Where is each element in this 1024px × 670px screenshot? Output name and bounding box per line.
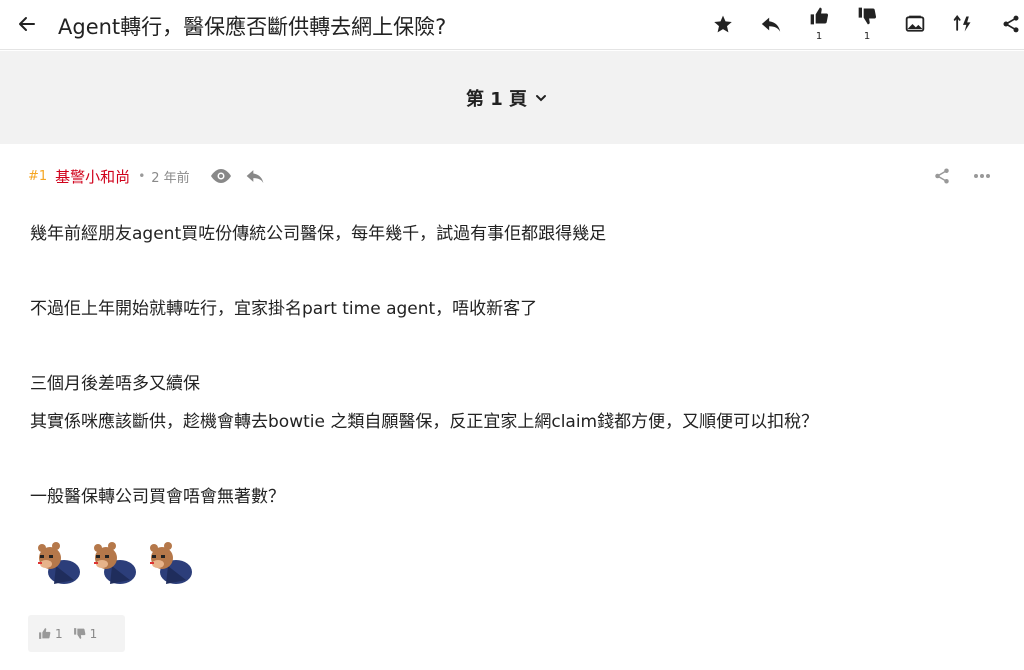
page-select[interactable]: 第 1 頁 — [466, 85, 547, 111]
post-line: 其實係咪應該斷供，趁機會轉去bowtie 之類自願醫保，反正宜家上網claim錢… — [30, 411, 819, 432]
post-more-button[interactable] — [970, 164, 994, 188]
bowing-monkey-icon — [38, 542, 80, 584]
reply-icon — [246, 170, 264, 184]
post-line: 一般醫保轉公司買會唔會無著數？ — [30, 486, 285, 507]
page-bar: 第 1 頁 — [0, 51, 1024, 144]
quote-reply-button[interactable] — [242, 164, 268, 188]
share-button[interactable] — [997, 10, 1024, 38]
reply-icon — [761, 17, 781, 32]
page-label: 第 1 頁 — [466, 89, 528, 110]
star-icon — [714, 15, 732, 33]
thumbs-down-icon — [858, 7, 877, 25]
post-tools — [930, 164, 994, 188]
share-icon — [935, 168, 949, 184]
back-button[interactable] — [14, 11, 40, 37]
top-bar: Agent轉行，醫保應否斷供轉去網上保險? 1 1 — [0, 0, 1024, 50]
post-like-count: 1 — [55, 626, 63, 641]
post-line: 不過佢上年開始就轉咗行，宜家掛名part time agent，唔收新客了 — [30, 299, 538, 319]
post-line: 三個月後差唔多又續保 — [30, 374, 200, 394]
post-header: #1 基警小和尚 • 2 年前 — [28, 164, 268, 188]
post-share-button[interactable] — [930, 164, 954, 188]
post-line — [30, 329, 990, 367]
post-line: 幾年前經朋友agent買咗份傳統公司醫保，每年幾千，試過有事佢都跟得幾足 — [30, 224, 607, 244]
bookmark-button[interactable] — [709, 10, 737, 38]
separator-dot: • — [138, 169, 146, 183]
post-line — [30, 254, 990, 292]
post-like-button[interactable]: 1 — [38, 627, 63, 641]
view-author-only-button[interactable] — [208, 164, 234, 188]
thread-title: Agent轉行，醫保應否斷供轉去網上保險? — [58, 15, 447, 39]
like-button[interactable] — [805, 2, 833, 30]
arrow-left-icon — [19, 17, 35, 31]
dislike-count: 1 — [863, 31, 871, 42]
bowing-monkey-icon — [150, 542, 192, 584]
chevron-down-icon — [536, 95, 547, 102]
post-time: 2 年前 — [151, 170, 190, 186]
post-vote-box: 1 1 — [28, 615, 125, 652]
sort-button[interactable] — [949, 10, 977, 38]
thumbs-down-icon — [73, 628, 86, 639]
dislike-button[interactable] — [853, 2, 881, 30]
thumbs-up-icon — [810, 7, 829, 25]
post-line — [30, 441, 990, 479]
post-dislike-count: 1 — [89, 626, 98, 641]
emoji-row — [34, 540, 196, 586]
like-count: 1 — [815, 31, 823, 42]
post: #1 基警小和尚 • 2 年前 幾年前經朋友agent買咗份傳統公司醫保，每年幾… — [0, 144, 1024, 670]
share-icon — [1003, 15, 1019, 33]
post-body: 幾年前經朋友agent買咗份傳統公司醫保，每年幾千，試過有事佢都跟得幾足 不過佢… — [30, 216, 990, 516]
sort-lightning-icon — [953, 14, 971, 32]
reply-button[interactable] — [757, 10, 785, 38]
image-mode-button[interactable] — [901, 10, 929, 38]
image-icon — [905, 15, 925, 32]
thumbs-up-icon — [39, 628, 51, 639]
bowing-monkey-icon — [94, 542, 136, 584]
eye-icon — [210, 169, 231, 183]
author-name[interactable]: 基警小和尚 — [55, 166, 130, 187]
post-dislike-button[interactable]: 1 — [73, 626, 98, 641]
more-horizontal-icon — [974, 174, 990, 178]
post-number: #1 — [28, 168, 48, 184]
